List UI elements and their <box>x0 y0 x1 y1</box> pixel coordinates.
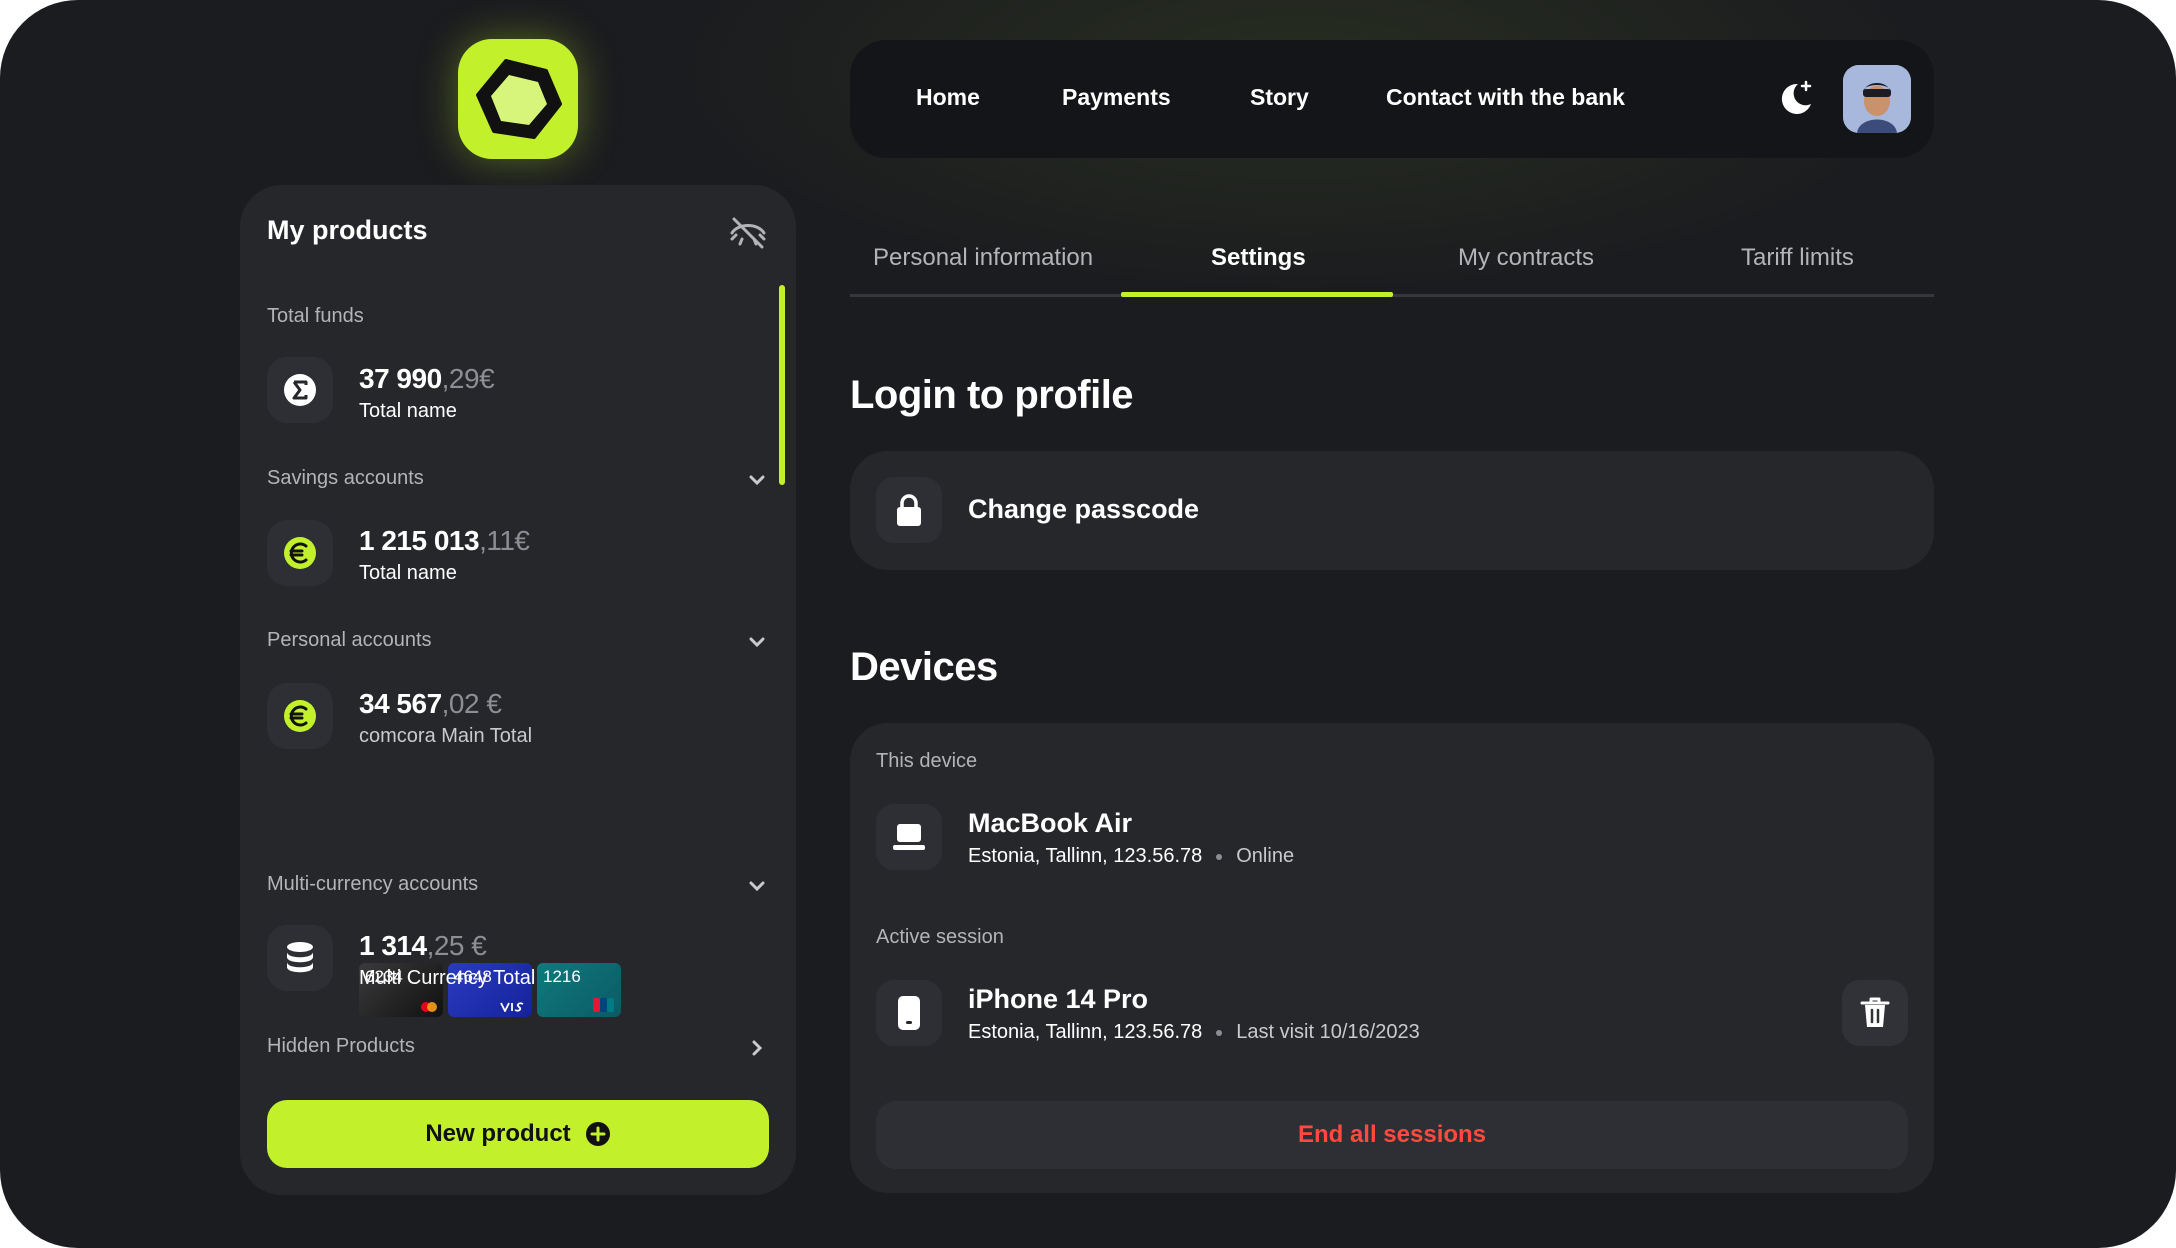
app-window: My products Total funds 37 990,29€ Total… <box>0 0 2176 1248</box>
sidebar-scrollbar[interactable] <box>779 285 785 485</box>
savings-amount: 1 215 013,11€ <box>359 525 530 556</box>
phone-icon <box>898 996 920 1030</box>
lock-icon <box>897 494 921 526</box>
section-label-savings: Savings accounts <box>267 467 424 489</box>
eye-off-icon[interactable] <box>728 213 768 253</box>
sigma-icon-tile <box>267 357 333 423</box>
change-passcode-label: Change passcode <box>968 494 1200 524</box>
nav-contact-bank[interactable]: Contact with the bank <box>1386 84 1625 111</box>
new-product-button[interactable]: New product <box>267 1100 769 1168</box>
savings-account-item[interactable] <box>267 520 333 586</box>
multicurrency-account-item[interactable] <box>267 925 333 991</box>
change-passcode-row[interactable]: Change passcode <box>850 451 1934 570</box>
personal-account-item[interactable] <box>267 683 333 749</box>
active-tab-indicator <box>1121 292 1393 297</box>
laptop-icon <box>893 824 925 850</box>
login-heading: Login to profile <box>850 373 1134 417</box>
active-session-status: Last visit 10/16/2023 <box>1236 1021 1420 1043</box>
chevron-down-icon[interactable] <box>746 631 768 653</box>
section-label-personal: Personal accounts <box>267 629 432 651</box>
euro-icon <box>284 700 316 732</box>
tab-personal-information[interactable]: Personal information <box>873 244 1093 272</box>
avatar-image <box>1843 65 1911 133</box>
nav-payments[interactable]: Payments <box>1062 84 1171 111</box>
user-avatar[interactable] <box>1843 65 1911 133</box>
products-sidebar: My products Total funds 37 990,29€ Total… <box>240 185 796 1195</box>
multicurrency-amount: 1 314,25 € <box>359 930 487 961</box>
section-label-multicurrency: Multi-currency accounts <box>267 873 479 895</box>
section-label-total-funds: Total funds <box>267 305 364 327</box>
active-session-location: Estonia, Tallinn, 123.56.78 <box>968 1021 1203 1043</box>
personal-name: comcora Main Total <box>359 725 533 747</box>
active-session-label: Active session <box>876 926 1004 948</box>
hidden-products-link[interactable]: Hidden Products <box>267 1035 415 1058</box>
laptop-icon-tile <box>876 804 942 870</box>
chevron-down-icon[interactable] <box>746 875 768 897</box>
this-device-location: Estonia, Tallinn, 123.56.78 <box>968 845 1203 867</box>
card-thumbnail[interactable]: 1216 <box>537 963 621 1017</box>
logo-icon <box>476 59 562 139</box>
devices-heading: Devices <box>850 645 998 689</box>
sigma-icon <box>284 374 316 406</box>
savings-name: Total name <box>359 562 457 584</box>
brand-logo[interactable] <box>458 39 578 159</box>
database-icon <box>287 942 313 973</box>
plus-circle-icon <box>585 1122 610 1146</box>
this-device-label: This device <box>876 750 978 772</box>
nav-story[interactable]: Story <box>1250 84 1309 111</box>
this-device-status: Online <box>1236 845 1295 867</box>
top-navigation: Home Payments Story Contact with the ban… <box>850 40 1934 158</box>
unionpay-icon <box>593 998 614 1012</box>
multicurrency-name: Multi Currency Total <box>359 967 536 989</box>
euro-icon <box>284 537 316 569</box>
active-session-name: iPhone 14 Pro <box>968 984 1149 1014</box>
tab-settings[interactable]: Settings <box>1211 244 1306 272</box>
total-funds-amount: 37 990,29€ <box>359 363 495 394</box>
this-device-name: MacBook Air <box>968 808 1133 838</box>
end-all-sessions-button[interactable]: End all sessions <box>876 1101 1908 1169</box>
this-device-meta: Estonia, Tallinn, 123.56.78 Online <box>968 845 1294 868</box>
chevron-down-icon[interactable] <box>746 469 768 491</box>
tab-my-contracts[interactable]: My contracts <box>1458 244 1594 272</box>
delete-session-button[interactable] <box>1842 980 1908 1046</box>
mastercard-icon <box>421 1002 437 1012</box>
chevron-right-icon[interactable] <box>746 1037 768 1059</box>
moon-icon[interactable] <box>1776 78 1816 118</box>
total-funds-name: Total name <box>359 400 457 422</box>
devices-panel: This device MacBook Air Estonia, Tallinn… <box>850 723 1934 1193</box>
sidebar-title: My products <box>267 215 428 245</box>
new-product-label: New product <box>425 1120 571 1147</box>
card-number: 1216 <box>543 967 581 986</box>
lock-icon-tile <box>876 477 942 543</box>
tab-tariff-limits[interactable]: Tariff limits <box>1741 244 1854 272</box>
nav-home[interactable]: Home <box>916 84 980 111</box>
active-session-meta: Estonia, Tallinn, 123.56.78 Last visit 10… <box>968 1021 1420 1044</box>
visa-icon <box>500 1002 524 1012</box>
phone-icon-tile <box>876 980 942 1046</box>
personal-amount: 34 567,02 € <box>359 688 502 719</box>
trash-icon <box>1860 997 1890 1027</box>
